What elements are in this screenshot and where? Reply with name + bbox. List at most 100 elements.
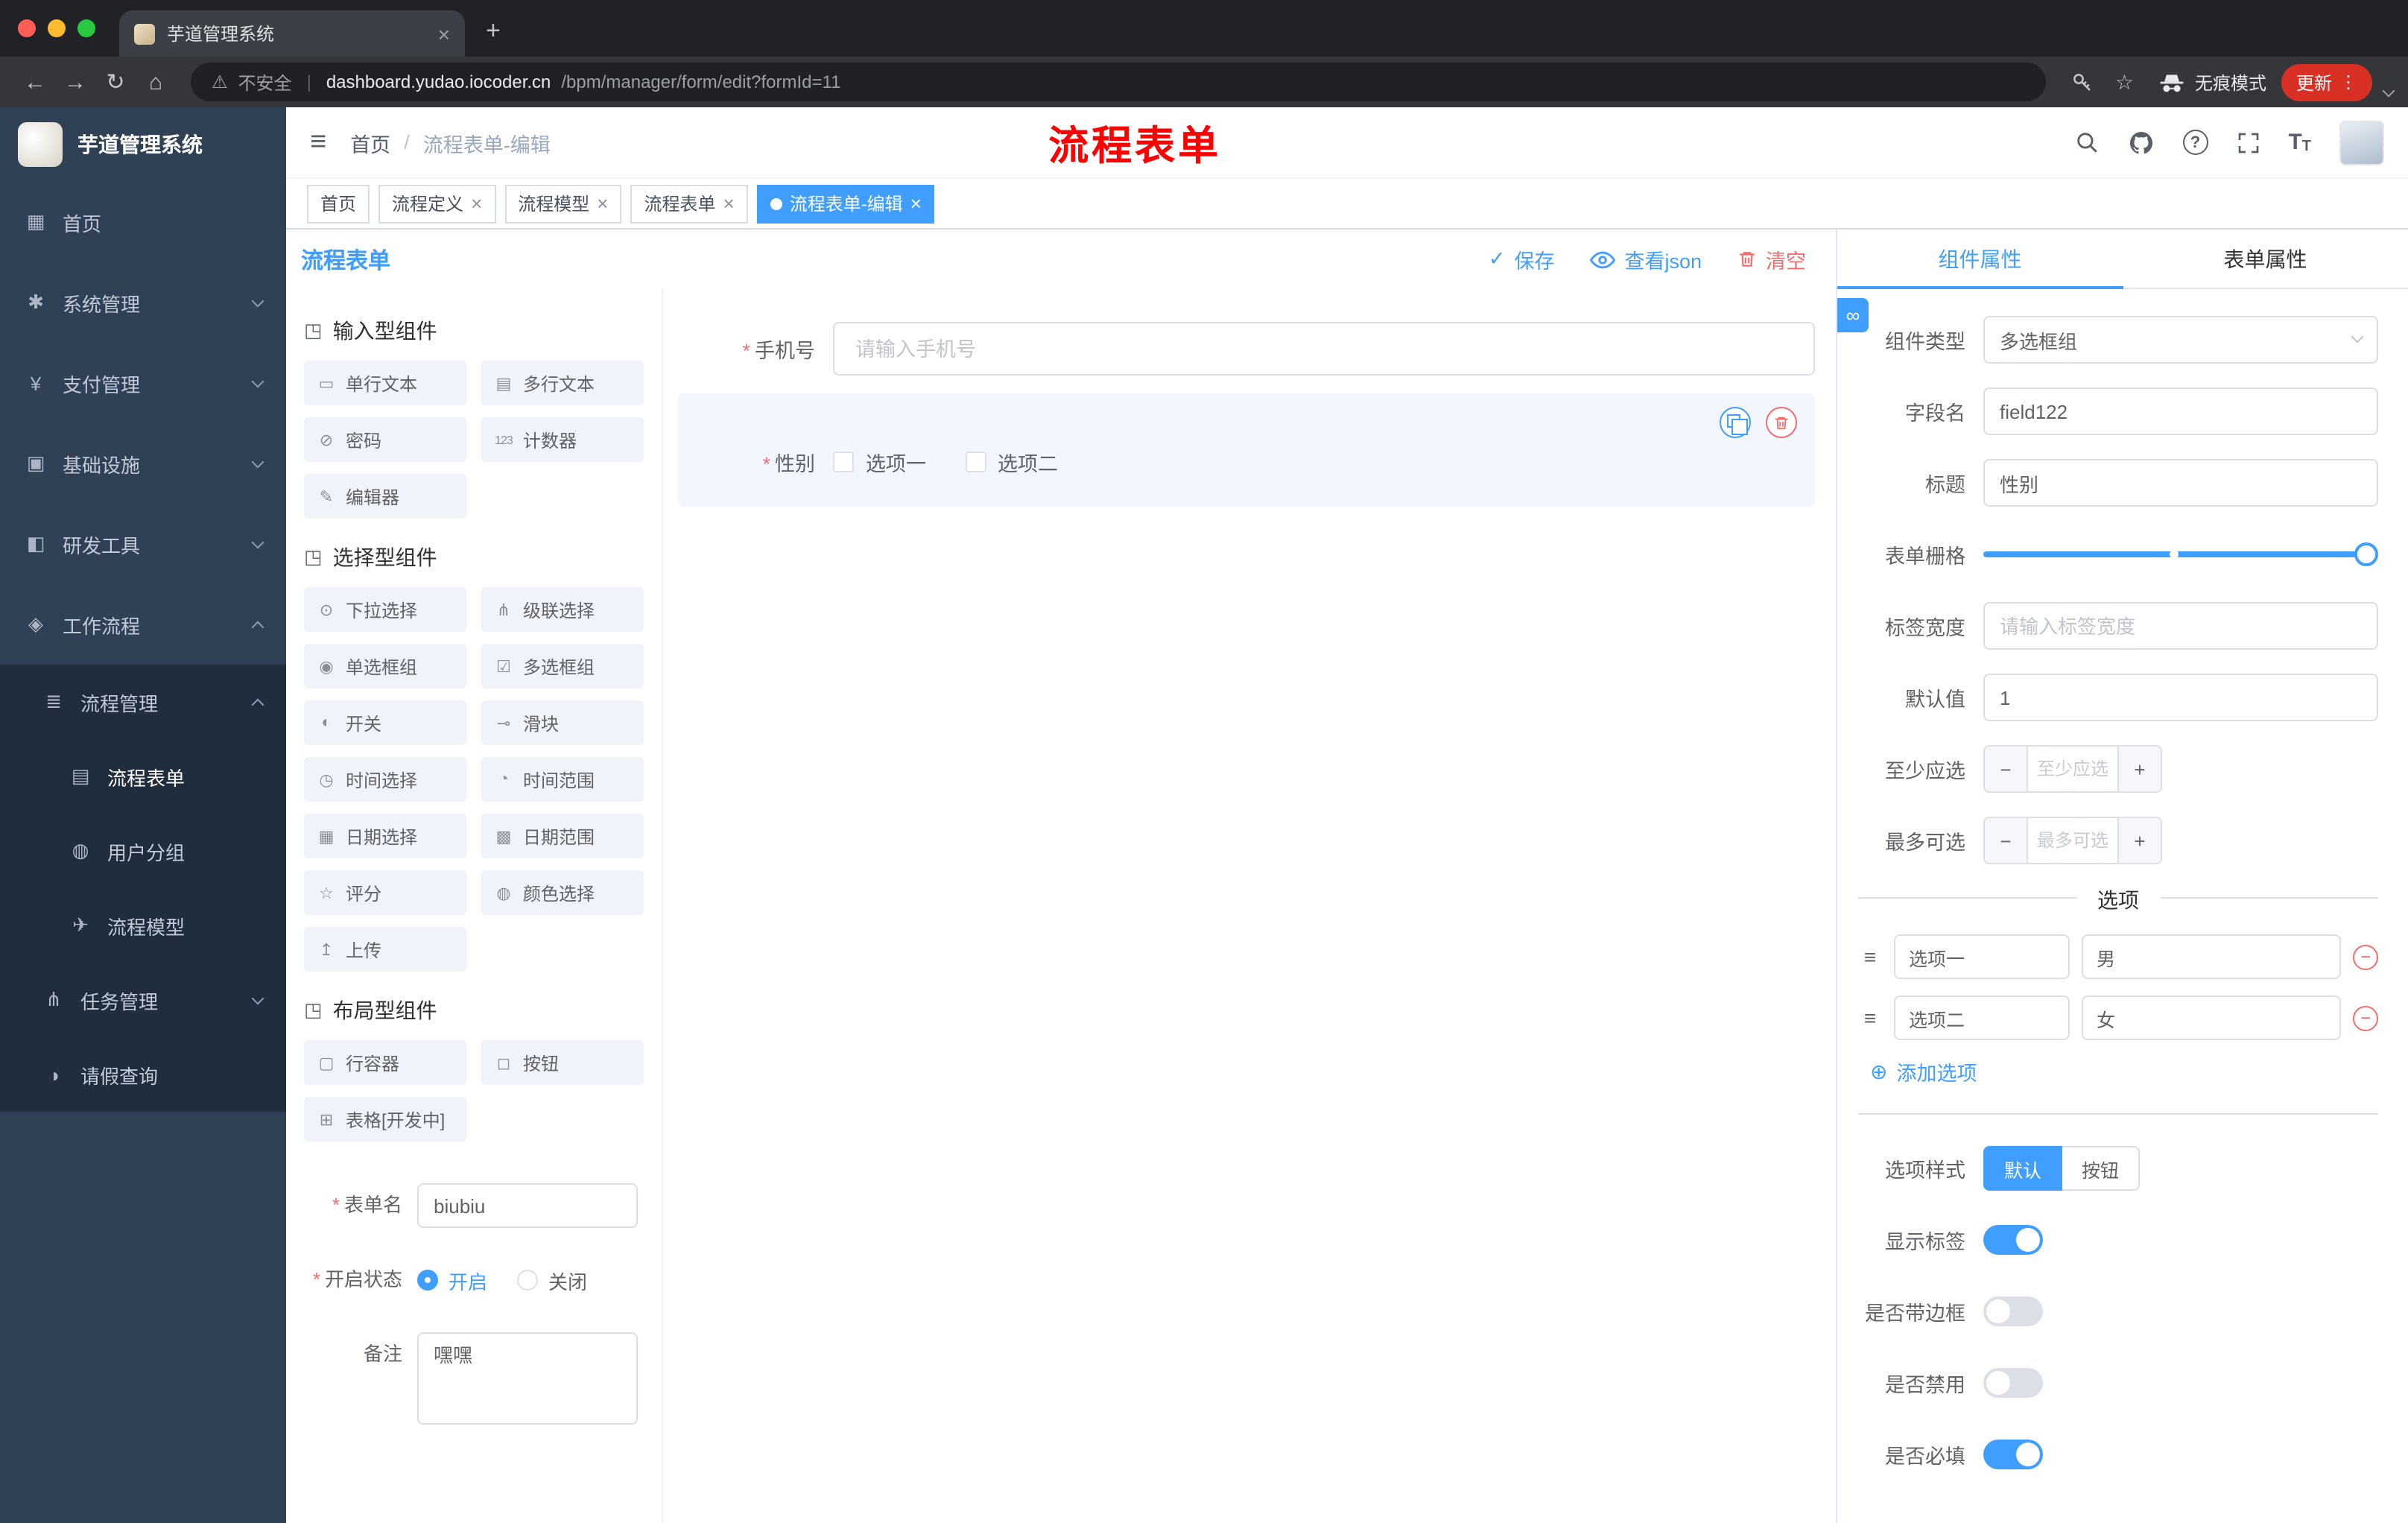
bookmark-star-icon[interactable]: ☆ [2115,69,2134,95]
search-icon[interactable] [2073,130,2099,155]
palette-item-switch[interactable]: ◐ 开关 [304,700,466,745]
tag-process-definition[interactable]: 流程定义 × [378,184,496,223]
reload-button[interactable]: ↻ [95,69,136,95]
palette-item-counter[interactable]: 123 计数器 [481,417,644,462]
tab-close-icon[interactable]: × [438,22,450,45]
sidebar-item-task-management[interactable]: ⋔ 任务管理 [0,963,286,1037]
palette-item-table[interactable]: ⊞ 表格[开发中] [304,1097,466,1142]
breadcrumb-home[interactable]: 首页 [350,127,390,157]
font-size-icon[interactable]: TT [2288,130,2311,155]
window-minimize-button[interactable] [48,19,66,37]
option-2-label-input[interactable] [1894,995,2070,1040]
palette-item-upload[interactable]: ↥ 上传 [304,927,466,972]
sidebar-item-workflow[interactable]: ◈ 工作流程 [0,584,286,665]
browser-tab[interactable]: 芋道管理系统 × [119,10,465,57]
palette-item-multi-line-text[interactable]: ▤ 多行文本 [481,361,644,405]
required-toggle[interactable] [1983,1440,2043,1469]
show-label-toggle[interactable] [1983,1225,2043,1255]
disabled-toggle[interactable] [1983,1368,2043,1398]
home-button[interactable]: ⌂ [136,69,176,95]
user-avatar[interactable] [2339,120,2384,165]
gender-option-2-checkbox[interactable]: 选项二 [965,447,1058,477]
gender-option-1-checkbox[interactable]: 选项一 [833,447,926,477]
hamburger-icon[interactable]: ≡ [310,126,326,159]
sidebar-item-infrastructure[interactable]: ▣ 基础设施 [0,423,286,504]
back-button[interactable]: ← [15,69,55,95]
status-on-radio[interactable]: 开启 [417,1266,487,1294]
tag-close-icon[interactable]: × [723,194,735,213]
chevron-down-icon[interactable] [2382,84,2395,98]
sidebar-item-user-group[interactable]: ◍ 用户分组 [0,814,286,888]
style-default-button[interactable]: 默认 [1983,1146,2063,1191]
form-name-input[interactable] [417,1183,638,1228]
style-button-button[interactable]: 按钮 [2062,1146,2141,1191]
tag-close-icon[interactable]: × [910,194,922,213]
palette-item-password[interactable]: ⊘ 密码 [304,417,466,462]
form-canvas[interactable]: *手机号 * [663,289,1836,1523]
palette-item-editor[interactable]: ✎ 编辑器 [304,474,466,519]
palette-item-slider[interactable]: ⊸ 滑块 [481,700,644,745]
palette-item-rating[interactable]: ☆ 评分 [304,870,466,915]
tag-process-form-edit[interactable]: 流程表单-编辑 × [756,184,935,223]
remove-option-button[interactable]: − [2353,1005,2378,1030]
sidebar-item-payment-management[interactable]: ¥ 支付管理 [0,343,286,423]
copy-component-button[interactable] [1720,407,1751,438]
sidebar-item-process-model[interactable]: ✈ 流程模型 [0,888,286,963]
palette-item-cascade-select[interactable]: ⋔ 级联选择 [481,587,644,632]
canvas-field-gender-selected[interactable]: * 性别 选项一 选项二 [678,393,1815,507]
address-bar[interactable]: ⚠ 不安全 | dashboard.yudao.iocoder.cn/bpm/m… [191,63,2047,101]
window-maximize-button[interactable] [77,19,95,37]
option-1-label-input[interactable] [1894,934,2070,979]
palette-item-radio-group[interactable]: ◉ 单选框组 [304,644,466,688]
label-width-input[interactable] [1983,602,2378,650]
palette-item-date-range[interactable]: ▩ 日期范围 [481,814,644,858]
delete-component-button[interactable] [1766,407,1797,438]
new-tab-button[interactable]: + [486,16,501,46]
form-remark-textarea[interactable]: 嘿嘿 [417,1332,638,1425]
sidebar-item-leave-query[interactable]: ◑ 请假查询 [0,1037,286,1112]
clear-button[interactable]: 清空 [1737,244,1806,274]
decrease-button[interactable]: − [1985,747,2028,791]
sidebar-item-home[interactable]: ▦ 首页 [0,182,286,262]
sidebar-item-dev-tools[interactable]: ◧ 研发工具 [0,504,286,584]
sidebar-item-process-management[interactable]: ≣ 流程管理 [0,665,286,739]
default-value-input[interactable] [1983,674,2378,721]
tag-process-model[interactable]: 流程模型 × [504,184,622,223]
canvas-field-phone[interactable]: * 手机号 [678,322,1815,376]
increase-button[interactable]: + [2117,818,2161,863]
sidebar-item-process-form[interactable]: ▤ 流程表单 [0,739,286,814]
window-close-button[interactable] [18,19,36,37]
tag-close-icon[interactable]: × [597,194,608,213]
save-button[interactable]: ✓ 保存 [1489,244,1555,274]
link-icon[interactable]: ∞ [1837,298,1869,332]
tag-process-form[interactable]: 流程表单 × [630,184,748,223]
slider-handle[interactable] [2354,542,2378,566]
palette-item-button[interactable]: ◻ 按钮 [481,1040,644,1085]
palette-item-time-range[interactable]: ◔ 时间范围 [481,757,644,802]
palette-item-time-picker[interactable]: ◷ 时间选择 [304,757,466,802]
sidebar-item-system-management[interactable]: ✱ 系统管理 [0,262,286,343]
sidebar-logo[interactable]: 芋道管理系统 [0,107,286,182]
palette-item-checkbox-group[interactable]: ☑ 多选框组 [481,644,644,688]
password-key-icon[interactable] [2072,71,2094,93]
max-select-input[interactable] [2028,818,2117,863]
forward-button[interactable]: → [55,69,95,95]
title-input[interactable] [1983,459,2378,507]
palette-item-dropdown-select[interactable]: ⊙ 下拉选择 [304,587,466,632]
status-off-radio[interactable]: 关闭 [517,1266,587,1294]
fullscreen-icon[interactable] [2236,130,2260,154]
option-1-value-input[interactable] [2082,934,2341,979]
drag-handle-icon[interactable]: ≡ [1858,1006,1882,1030]
tag-home[interactable]: 首页 [307,184,370,223]
palette-item-single-line-text[interactable]: ▭ 单行文本 [304,361,466,405]
browser-update-button[interactable]: 更新 ⋮ [2281,63,2372,101]
add-option-button[interactable]: ⊕ 添加选项 [1870,1057,2378,1086]
phone-input[interactable] [833,322,1815,376]
decrease-button[interactable]: − [1985,818,2028,863]
increase-button[interactable]: + [2117,747,2161,791]
tab-component-props[interactable]: 组件属性 [1837,229,2123,289]
component-type-select[interactable]: 多选框组 [1983,316,2378,364]
view-json-button[interactable]: 查看json [1590,244,1702,274]
tab-form-props[interactable]: 表单属性 [2123,229,2408,288]
palette-item-date-picker[interactable]: ▦ 日期选择 [304,814,466,858]
